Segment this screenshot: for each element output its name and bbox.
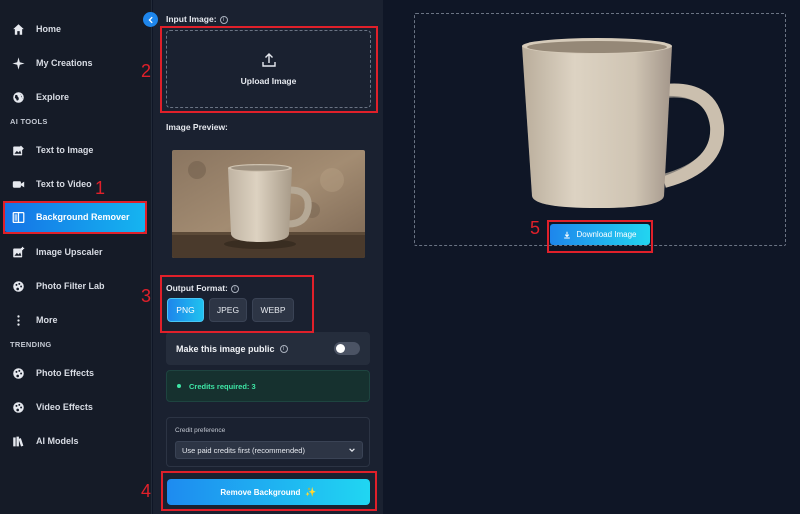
- collapse-sidebar-button[interactable]: [143, 12, 158, 27]
- sparkle-icon: ✨: [305, 486, 317, 497]
- credit-preference-label: Credit preference: [175, 427, 226, 434]
- sidebar-item-label: Text to Image: [36, 145, 94, 155]
- status-dot-icon: [177, 384, 181, 388]
- sparkle-icon: [10, 55, 26, 71]
- format-webp-button[interactable]: WEBP: [252, 298, 294, 322]
- sidebar-item-background-remover[interactable]: Background Remover: [4, 202, 146, 232]
- make-public-row: Make this image public i: [166, 332, 370, 365]
- download-icon: [564, 231, 571, 239]
- chevron-down-icon: [349, 448, 355, 453]
- sidebar-item-text-to-image[interactable]: Text to Image: [4, 135, 146, 165]
- sidebar-item-label: Video Effects: [36, 402, 93, 412]
- books-icon: [10, 433, 26, 449]
- sidebar-item-text-to-video[interactable]: Text to Video: [4, 169, 146, 199]
- home-icon: [10, 21, 26, 37]
- upload-image-dropzone[interactable]: Upload Image: [166, 30, 371, 108]
- image-plus-icon: [10, 244, 26, 260]
- sidebar-item-label: AI Models: [36, 436, 79, 446]
- palette-icon: [10, 365, 26, 381]
- sidebar-item-video-effects[interactable]: Video Effects: [4, 392, 146, 422]
- annotation-number-1: 1: [95, 178, 106, 198]
- sidebar-item-ai-models[interactable]: AI Models: [4, 426, 146, 456]
- result-image: [512, 36, 727, 211]
- globe-icon: [10, 89, 26, 105]
- sidebar-item-label: Image Upscaler: [36, 247, 103, 257]
- download-image-label: Download Image: [576, 230, 637, 239]
- make-public-toggle[interactable]: [334, 342, 360, 355]
- sidebar-item-label: Explore: [36, 92, 70, 102]
- image-preview: [172, 150, 365, 258]
- input-image-label-text: Input Image:: [166, 14, 217, 24]
- sidebar-item-label: Text to Video: [36, 179, 92, 189]
- download-image-button[interactable]: Download Image: [550, 224, 650, 245]
- sidebar-item-label: Home: [36, 24, 62, 34]
- sidebar-item-label: Photo Effects: [36, 368, 95, 378]
- remove-background-label: Remove Background: [220, 487, 301, 497]
- info-icon[interactable]: i: [230, 284, 239, 293]
- split-square-icon: [10, 209, 26, 225]
- credits-required-box: Credits required: 3: [166, 370, 370, 402]
- palette-icon: [10, 399, 26, 415]
- section-ai-tools: AI TOOLS: [10, 117, 48, 126]
- sidebar-item-image-upscaler[interactable]: Image Upscaler: [4, 237, 146, 267]
- sidebar: Home My Creations Explore AI TOOLS Text …: [0, 0, 152, 514]
- more-vertical-icon: [10, 312, 26, 328]
- video-icon: [10, 176, 26, 192]
- palette-icon: [10, 278, 26, 294]
- credit-preference-box: Credit preference Use paid credits first…: [166, 417, 370, 467]
- credits-required-text: Credits required: 3: [189, 381, 256, 391]
- sidebar-item-my-creations[interactable]: My Creations: [4, 48, 146, 78]
- format-jpeg-button[interactable]: JPEG: [209, 298, 247, 322]
- remove-background-button[interactable]: Remove Background ✨: [167, 479, 370, 505]
- image-edit-icon: [10, 142, 26, 158]
- info-icon[interactable]: i: [279, 344, 288, 353]
- sidebar-item-explore[interactable]: Explore: [4, 82, 146, 112]
- sidebar-item-home[interactable]: Home: [4, 14, 146, 44]
- sidebar-item-label: Photo Filter Lab: [36, 281, 105, 291]
- annotation-number-5: 5: [530, 218, 541, 238]
- section-trending: TRENDING: [10, 340, 52, 349]
- chevron-left-icon: [147, 16, 153, 23]
- annotation-number-2: 2: [141, 61, 152, 81]
- sidebar-item-label: More: [36, 315, 58, 325]
- credit-preference-select[interactable]: Use paid credits first (recommended): [175, 441, 363, 459]
- output-format-label-text: Output Format:: [166, 283, 228, 293]
- sidebar-item-more[interactable]: More: [4, 305, 146, 335]
- input-image-label: Input Image: i: [166, 14, 228, 24]
- info-icon[interactable]: i: [219, 15, 228, 24]
- output-format-label: Output Format: i: [166, 283, 239, 293]
- format-png-button[interactable]: PNG: [167, 298, 204, 322]
- make-public-label: Make this image public: [176, 343, 275, 354]
- credit-preference-value: Use paid credits first (recommended): [182, 445, 305, 455]
- sidebar-item-label: Background Remover: [36, 212, 130, 222]
- upload-icon: [261, 53, 276, 67]
- upload-image-label: Upload Image: [240, 76, 297, 86]
- toggle-knob: [336, 344, 345, 353]
- sidebar-item-photo-effects[interactable]: Photo Effects: [4, 358, 146, 388]
- annotation-number-4: 4: [141, 481, 152, 501]
- sidebar-item-photo-filter-lab[interactable]: Photo Filter Lab: [4, 271, 146, 301]
- image-preview-label: Image Preview:: [166, 122, 228, 132]
- sidebar-item-label: My Creations: [36, 58, 93, 68]
- annotation-number-3: 3: [141, 286, 152, 306]
